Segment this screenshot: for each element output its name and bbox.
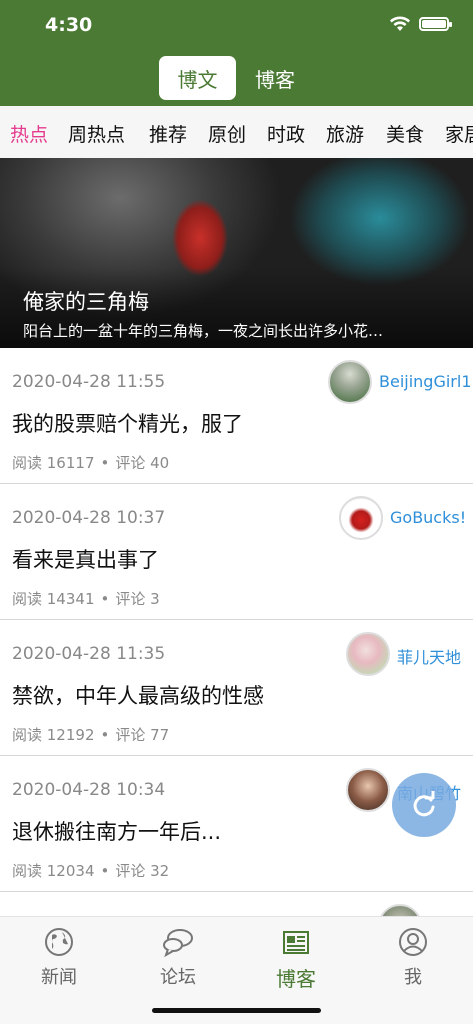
category-bar: 热点 周热点 推荐 原创 时政 旅游 美食 家居 bbox=[0, 106, 473, 158]
post-item[interactable]: 2020-04-28 11:55 BeijingGirl1 我的股票赔个精光，服… bbox=[0, 348, 473, 484]
tab-me[interactable]: 我 bbox=[373, 927, 453, 989]
post-stats: 阅读 12192 • 评论 77 bbox=[12, 726, 170, 744]
category-tab-travel[interactable]: 旅游 bbox=[326, 120, 364, 147]
post-title[interactable]: 退休搬往南方一年后... bbox=[12, 816, 221, 846]
tab-blog-label: 博客 bbox=[276, 967, 316, 991]
post-author[interactable]: 菲儿天地 bbox=[397, 644, 461, 668]
segment-articles[interactable]: 博文 bbox=[159, 56, 236, 100]
author-avatar[interactable] bbox=[346, 632, 390, 676]
tab-forum[interactable]: 论坛 bbox=[138, 927, 218, 989]
category-tab-original[interactable]: 原创 bbox=[208, 120, 246, 147]
battery-icon bbox=[419, 17, 452, 31]
category-tab-weekly-hot[interactable]: 周热点 bbox=[68, 120, 125, 147]
tab-blog[interactable]: 博客 bbox=[256, 927, 336, 992]
status-icons bbox=[389, 16, 452, 32]
segment-blogs[interactable]: 博客 bbox=[240, 56, 310, 100]
post-reads: 阅读 16117 bbox=[12, 454, 95, 472]
banner-subtitle: 阳台上的一盆十年的三角梅，一夜之间长出许多小花… bbox=[23, 322, 384, 340]
wifi-icon bbox=[390, 16, 410, 31]
refresh-icon bbox=[413, 791, 435, 817]
post-comments: 评论 3 bbox=[115, 590, 160, 608]
post-comments: 评论 32 bbox=[115, 862, 170, 880]
category-tab-recommended[interactable]: 推荐 bbox=[149, 120, 187, 147]
post-item[interactable]: 2020-04-28 10:37 GoBucks! 看来是真出事了 阅读 143… bbox=[0, 484, 473, 620]
tab-forum-label: 论坛 bbox=[160, 967, 196, 988]
home-indicator bbox=[152, 1008, 321, 1013]
post-title[interactable]: 禁欲，中年人最高级的性感 bbox=[12, 680, 264, 710]
post-title[interactable]: 看来是真出事了 bbox=[12, 544, 159, 574]
post-date: 2020-04-28 10:34 bbox=[12, 780, 166, 800]
person-icon bbox=[399, 928, 427, 956]
category-tab-politics[interactable]: 时政 bbox=[267, 120, 305, 147]
post-author[interactable]: GoBucks! bbox=[390, 508, 466, 527]
post-comments: 评论 77 bbox=[115, 726, 170, 744]
post-stats: 阅读 12034 • 评论 32 bbox=[12, 862, 170, 880]
category-tab-food[interactable]: 美食 bbox=[386, 120, 424, 147]
status-time: 4:30 bbox=[45, 14, 93, 36]
author-avatar[interactable] bbox=[328, 360, 372, 404]
post-author[interactable]: BeijingGirl1 bbox=[379, 372, 472, 391]
post-date: 2020-04-28 11:35 bbox=[12, 644, 166, 664]
banner-title: 俺家的三角梅 bbox=[23, 290, 149, 314]
post-reads: 阅读 12192 bbox=[12, 726, 95, 744]
post-reads: 阅读 12034 bbox=[12, 862, 95, 880]
post-reads: 阅读 14341 bbox=[12, 590, 95, 608]
chat-bubbles-icon bbox=[163, 929, 193, 957]
post-stats: 阅读 16117 • 评论 40 bbox=[12, 454, 170, 472]
globe-icon bbox=[45, 928, 73, 956]
author-avatar[interactable] bbox=[346, 768, 390, 812]
newspaper-icon bbox=[283, 931, 309, 954]
post-date: 2020-04-28 11:55 bbox=[12, 372, 166, 392]
post-title[interactable]: 我的股票赔个精光，服了 bbox=[12, 408, 243, 438]
category-tab-hot[interactable]: 热点 bbox=[10, 120, 48, 147]
tab-news[interactable]: 新闻 bbox=[19, 927, 99, 989]
post-date: 2020-04-28 10:37 bbox=[12, 508, 166, 528]
app-header: 4:30 博文 博客 bbox=[0, 0, 473, 106]
post-stats: 阅读 14341 • 评论 3 bbox=[12, 590, 160, 608]
author-avatar[interactable] bbox=[339, 496, 383, 540]
tab-me-label: 我 bbox=[404, 967, 422, 988]
tab-news-label: 新闻 bbox=[41, 967, 77, 988]
featured-banner[interactable]: 俺家的三角梅 阳台上的一盆十年的三角梅，一夜之间长出许多小花… bbox=[0, 158, 473, 348]
post-feed: 2020-04-28 11:55 BeijingGirl1 我的股票赔个精光，服… bbox=[0, 348, 473, 948]
post-item[interactable]: 2020-04-28 11:35 菲儿天地 禁欲，中年人最高级的性感 阅读 12… bbox=[0, 620, 473, 756]
category-tab-home[interactable]: 家居 bbox=[445, 120, 473, 147]
refresh-button[interactable] bbox=[392, 773, 456, 837]
post-comments: 评论 40 bbox=[115, 454, 170, 472]
